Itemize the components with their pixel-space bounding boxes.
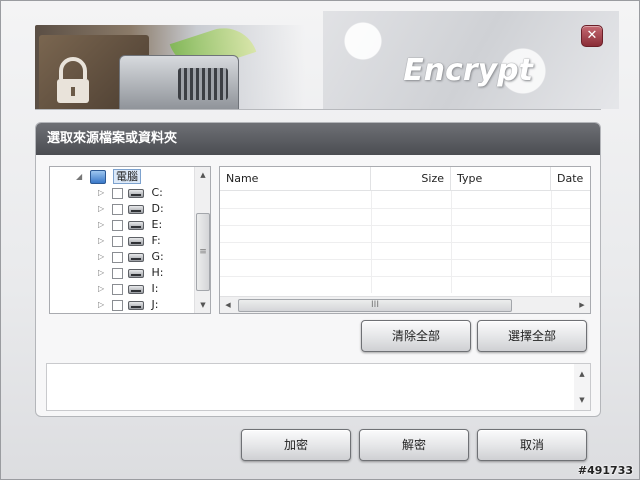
expand-arrow-icon[interactable]: ▷ (98, 281, 108, 297)
tree-item-label: G: (151, 250, 164, 263)
file-list-header: Name Size Type Date (220, 167, 590, 191)
tree-item-label: J: (151, 298, 159, 311)
message-scrollbar[interactable]: ▲ ▼ (574, 364, 590, 410)
decrypt-button[interactable]: 解密 (359, 429, 469, 461)
select-all-button[interactable]: 選擇全部 (477, 320, 587, 352)
scroll-grip-icon: ≡ (199, 247, 207, 257)
tree-item-label: D: (151, 202, 164, 215)
scroll-grip-icon: III (371, 300, 379, 310)
tree-item-drive-h[interactable]: ▷ H: (98, 265, 163, 281)
hard-drive-icon (128, 300, 144, 310)
row-divider (220, 208, 590, 209)
drive-checkbox[interactable] (111, 219, 123, 231)
image-watermark: #491733 (577, 464, 633, 477)
padlock-icon (57, 57, 89, 103)
tree-item-label: 電腦 (113, 169, 141, 184)
system-drive-icon (128, 188, 144, 198)
column-header-name[interactable]: Name (220, 167, 371, 191)
tree-item-drive-e[interactable]: ▷ E: (98, 217, 162, 233)
scroll-down-icon[interactable]: ▼ (574, 396, 590, 404)
hard-drive-icon (128, 284, 144, 294)
file-list[interactable]: Name Size Type Date ◀ III ▶ (219, 166, 591, 314)
close-icon: ✕ (586, 28, 598, 43)
computer-icon (89, 170, 106, 184)
scroll-left-icon[interactable]: ◀ (220, 297, 236, 313)
scrollbar-thumb[interactable]: III (238, 299, 512, 312)
scroll-down-icon[interactable]: ▼ (195, 297, 211, 313)
encrypt-window: Encrypt ✕ 選取來源檔案或資料夾 ◢ 電腦 ▷ C: ▷ D: ▷ E:… (0, 0, 640, 480)
header-banner: Encrypt ✕ (23, 11, 619, 109)
drive-checkbox[interactable] (111, 251, 123, 263)
tree-item-label: H: (151, 266, 164, 279)
file-list-horizontal-scrollbar[interactable]: ◀ III ▶ (220, 296, 590, 313)
source-selection-panel: 選取來源檔案或資料夾 ◢ 電腦 ▷ C: ▷ D: ▷ E: ▷ F: ▷ G:… (35, 122, 601, 417)
cancel-button[interactable]: 取消 (477, 429, 587, 461)
tree-item-label: I: (151, 282, 159, 295)
tree-item-drive-f[interactable]: ▷ F: (98, 233, 161, 249)
panel-title: 選取來源檔案或資料夾 (36, 123, 600, 155)
row-divider (220, 276, 590, 277)
expand-arrow-icon[interactable]: ▷ (98, 185, 108, 201)
clear-all-button[interactable]: 清除全部 (361, 320, 471, 352)
scroll-up-icon[interactable]: ▲ (574, 370, 590, 378)
close-button[interactable]: ✕ (581, 25, 603, 47)
tree-vertical-scrollbar[interactable]: ▲ ≡ ▼ (194, 167, 210, 313)
hard-drive-image (119, 55, 239, 109)
tree-item-label: C: (151, 186, 163, 199)
tree-item-drive-g[interactable]: ▷ G: (98, 249, 164, 265)
column-header-date[interactable]: Date (551, 167, 590, 191)
drive-checkbox[interactable] (111, 283, 123, 295)
tree-item-label: F: (151, 234, 161, 247)
expand-arrow-icon[interactable]: ▷ (98, 201, 108, 217)
expand-arrow-icon[interactable]: ▷ (98, 249, 108, 265)
encrypt-button[interactable]: 加密 (241, 429, 351, 461)
tree-item-drive-c[interactable]: ▷ C: (98, 185, 163, 201)
drive-checkbox[interactable] (111, 235, 123, 247)
hard-drive-icon (128, 252, 144, 262)
expand-arrow-icon[interactable]: ▷ (98, 297, 108, 313)
drive-checkbox[interactable] (111, 299, 123, 311)
drive-checkbox[interactable] (111, 203, 123, 215)
app-title: Encrypt (403, 53, 533, 88)
column-divider (451, 191, 452, 293)
scrollbar-thumb[interactable]: ≡ (196, 213, 210, 291)
tree-item-drive-i[interactable]: ▷ I: (98, 281, 158, 297)
hard-drive-icon (128, 236, 144, 246)
tree-item-drive-j[interactable]: ▷ J: (98, 297, 158, 313)
row-divider (220, 225, 590, 226)
expand-arrow-icon[interactable]: ▷ (98, 217, 108, 233)
hard-drive-icon (128, 268, 144, 278)
expand-arrow-icon[interactable]: ▷ (98, 233, 108, 249)
hard-drive-icon (128, 220, 144, 230)
row-divider (220, 242, 590, 243)
drive-checkbox[interactable] (111, 267, 123, 279)
column-divider (551, 191, 552, 293)
column-header-type[interactable]: Type (451, 167, 551, 191)
scroll-right-icon[interactable]: ▶ (574, 297, 590, 313)
status-message-box[interactable]: ▲ ▼ (46, 363, 591, 411)
header-divider (35, 109, 601, 110)
tree-item-drive-d[interactable]: ▷ D: (98, 201, 164, 217)
expand-arrow-icon[interactable]: ▷ (98, 265, 108, 281)
optical-drive-icon (128, 204, 144, 214)
scroll-up-icon[interactable]: ▲ (195, 167, 211, 183)
collapse-arrow-icon[interactable]: ◢ (76, 169, 86, 185)
column-header-size[interactable]: Size (371, 167, 451, 191)
tree-item-label: E: (151, 218, 163, 231)
column-divider (371, 191, 372, 293)
row-divider (220, 259, 590, 260)
folder-tree[interactable]: ◢ 電腦 ▷ C: ▷ D: ▷ E: ▷ F: ▷ G: ▷ H: ▷ I: … (49, 166, 211, 314)
drive-checkbox[interactable] (111, 187, 123, 199)
tree-item-computer[interactable]: ◢ 電腦 (76, 169, 141, 185)
